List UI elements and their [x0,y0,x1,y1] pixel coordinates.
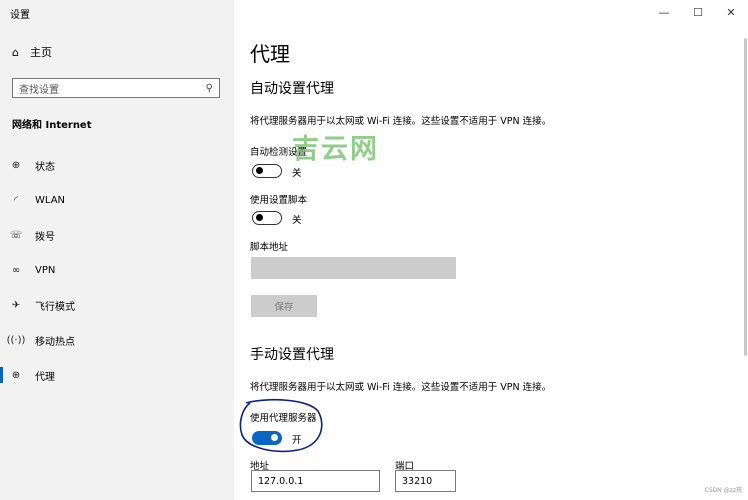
sidebar-item-label: 状态 [35,161,55,173]
sidebar-item-label: 拨号 [35,231,55,243]
sidebar-item-wlan[interactable]: ◜ WLAN [0,185,234,215]
address-input[interactable]: 127.0.0.1 [251,470,380,492]
sidebar-item-label: 移动热点 [35,336,75,348]
setup-script-toggle[interactable] [252,211,282,225]
page-title: 代理 [250,42,290,66]
setup-script-state: 关 [292,215,302,226]
sidebar-item-vpn[interactable]: ∞ VPN [0,255,234,285]
setup-script-label: 使用设置脚本 [250,195,308,206]
sidebar-item-status[interactable]: ⊕ 状态 [0,150,234,180]
sidebar-item-dialup[interactable]: ☏ 拨号 [0,220,234,250]
minimize-button[interactable]: — [647,0,681,24]
search-icon[interactable]: ⚲ [206,83,213,94]
dialup-icon: ☏ [9,229,23,241]
home-label: 主页 [29,46,52,59]
sidebar-item-proxy[interactable]: ⊕ 代理 [0,360,234,390]
search-box[interactable]: 查找设置 ⚲ [12,78,220,98]
hotspot-icon: ((·)) [6,334,26,346]
section-header: 网络和 Internet [12,120,92,131]
sidebar-item-label: VPN [35,264,56,276]
toggle-knob [256,167,263,174]
port-input[interactable]: 33210 [395,470,456,492]
scrollbar[interactable] [744,38,747,356]
globe-icon: ⊕ [11,369,21,381]
save-button[interactable]: 保存 [251,295,317,317]
status-icon: ⊕ [11,159,21,171]
watermark: 吉云网 [292,134,379,165]
manual-proxy-heading: 手动设置代理 [250,347,334,363]
auto-detect-state: 关 [292,168,302,179]
close-button[interactable]: ✕ [714,0,748,24]
credit-text: CSDN @zz孩 [704,487,742,494]
sidebar-item-label: WLAN [35,194,66,206]
script-address-label: 脚本地址 [250,242,289,253]
sidebar-item-label: 飞行模式 [35,301,75,313]
script-address-input[interactable] [251,257,456,279]
sidebar-item-hotspot[interactable]: ((·)) 移动热点 [0,325,234,355]
annotation-circle [239,398,323,453]
toggle-knob [256,214,263,221]
wifi-icon: ◜ [14,194,18,206]
manual-proxy-description: 将代理服务器用于以太网或 Wi-Fi 连接。这些设置不适用于 VPN 连接。 [250,382,552,393]
app-title: 设置 [10,10,30,21]
sidebar-item-label: 代理 [35,371,55,383]
auto-proxy-description: 将代理服务器用于以太网或 Wi-Fi 连接。这些设置不适用于 VPN 连接。 [250,116,552,127]
airplane-icon: ✈ [11,299,21,311]
home-icon: ⌂ [12,45,19,59]
sidebar-item-airplane[interactable]: ✈ 飞行模式 [0,290,234,320]
maximize-button[interactable]: ☐ [681,0,715,24]
sidebar: 设置 ⌂ 主页 查找设置 ⚲ 网络和 Internet ⊕ 状态 ◜ WLAN … [0,0,234,500]
auto-detect-toggle[interactable] [252,164,282,178]
vpn-icon: ∞ [11,264,21,276]
search-placeholder: 查找设置 [19,84,59,96]
auto-proxy-heading: 自动设置代理 [250,81,334,97]
home-nav-item[interactable]: ⌂ 主页 [12,44,52,60]
